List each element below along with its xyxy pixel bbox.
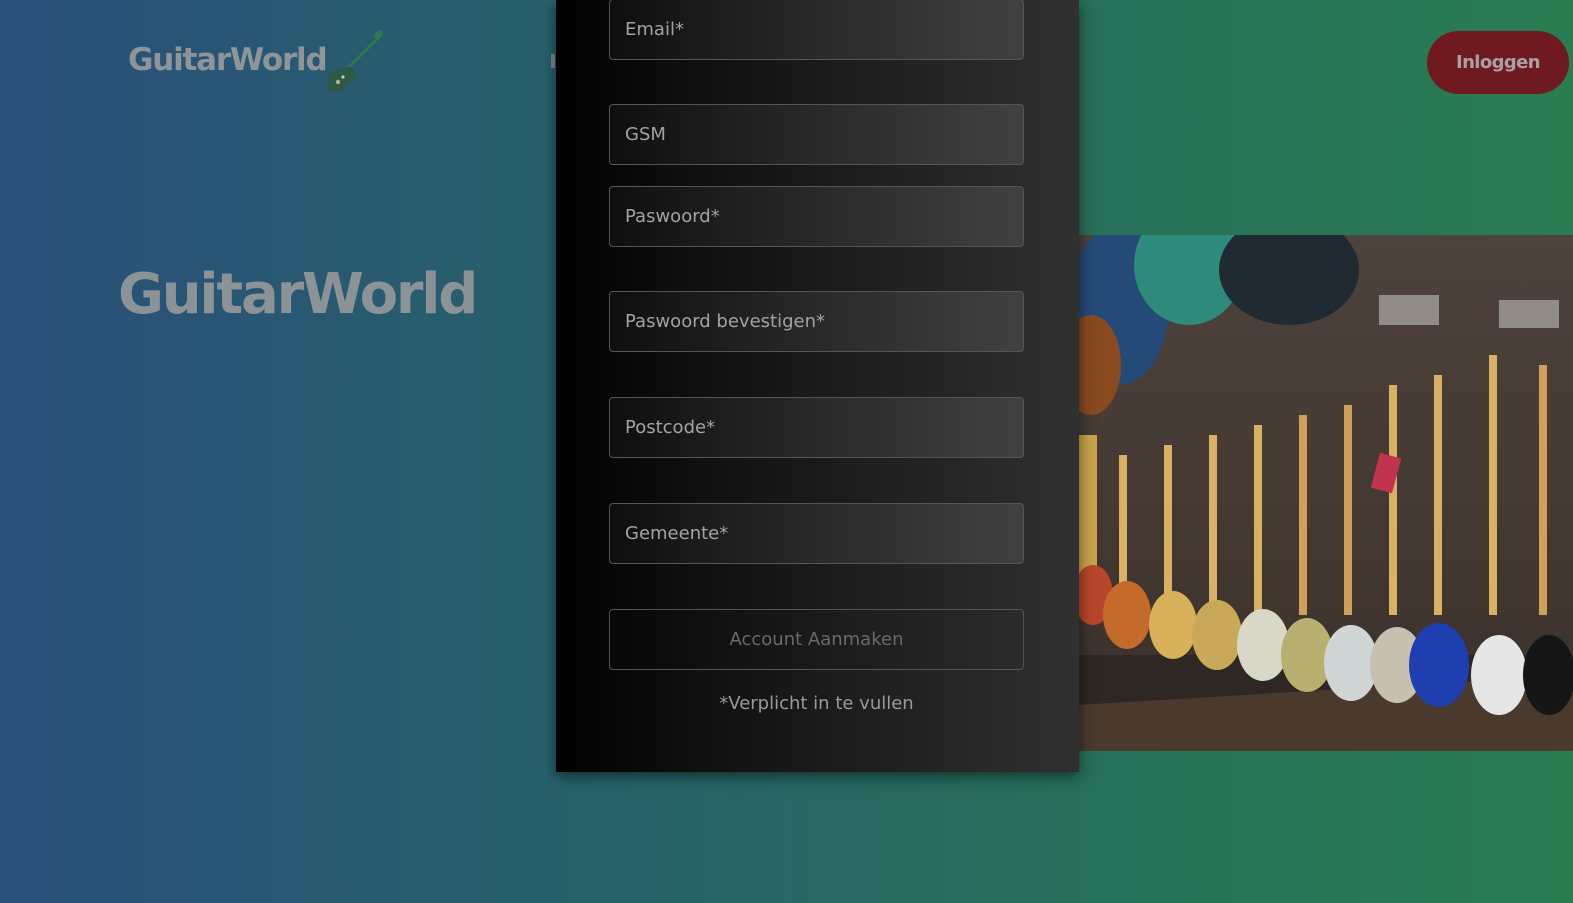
site-logo[interactable]: GuitarWorld xyxy=(128,42,328,78)
guitar-store-photo xyxy=(1079,235,1573,751)
municipality-field[interactable] xyxy=(609,503,1024,564)
create-account-button[interactable]: Account Aanmaken xyxy=(609,609,1024,670)
postcode-field[interactable] xyxy=(609,397,1024,458)
login-button[interactable]: Inloggen xyxy=(1427,31,1569,94)
nav-menu-fragment xyxy=(551,54,555,68)
password-confirm-field[interactable] xyxy=(609,291,1024,352)
register-modal: Account Aanmaken *Verplicht in te vullen xyxy=(556,0,1079,772)
electric-guitar-icon xyxy=(326,30,384,92)
email-field[interactable] xyxy=(609,0,1024,60)
gsm-field[interactable] xyxy=(609,104,1024,165)
required-fields-note: *Verplicht in te vullen xyxy=(719,693,914,714)
hero-title: GuitarWorld xyxy=(118,262,478,327)
password-field[interactable] xyxy=(609,186,1024,247)
